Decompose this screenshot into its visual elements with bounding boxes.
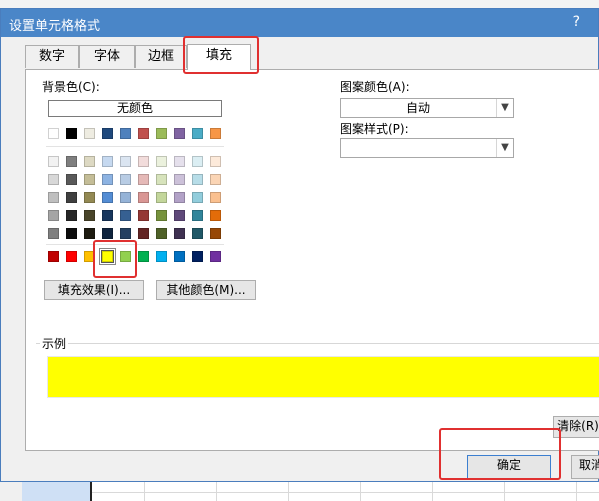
tint-swatch[interactable] <box>174 192 185 203</box>
tint-swatch[interactable] <box>156 192 167 203</box>
pattern-color-select[interactable]: 自动 ▼ <box>340 98 514 118</box>
more-colors-button[interactable]: 其他颜色(M)... <box>156 280 256 300</box>
theme-swatch[interactable] <box>120 128 131 139</box>
standard-swatch[interactable] <box>48 251 59 262</box>
tint-swatch[interactable] <box>192 210 203 221</box>
tint-swatch[interactable] <box>138 228 149 239</box>
tint-swatch[interactable] <box>174 156 185 167</box>
dialog-title: 设置单元格格式 <box>9 19 101 34</box>
tint-swatch[interactable] <box>48 210 59 221</box>
tint-swatch[interactable] <box>156 156 167 167</box>
fill-effects-button[interactable]: 填充效果(I)... <box>44 280 144 300</box>
theme-swatch[interactable] <box>48 128 59 139</box>
theme-swatch[interactable] <box>66 128 77 139</box>
tint-swatch[interactable] <box>192 192 203 203</box>
tint-swatch[interactable] <box>84 192 95 203</box>
tint-swatch[interactable] <box>66 192 77 203</box>
tint-swatch[interactable] <box>156 210 167 221</box>
tint-swatch[interactable] <box>102 192 113 203</box>
sample-preview <box>47 356 599 398</box>
theme-swatch[interactable] <box>192 128 203 139</box>
tint-swatch[interactable] <box>102 156 113 167</box>
dialog-titlebar: 设置单元格格式 ? <box>1 9 598 37</box>
chevron-down-icon: ▼ <box>496 139 513 157</box>
tint-swatch[interactable] <box>48 228 59 239</box>
tab-number[interactable]: 数字 <box>25 45 79 68</box>
tab-fill[interactable]: 填充 <box>187 44 251 70</box>
theme-swatch[interactable] <box>102 128 113 139</box>
tint-swatch[interactable] <box>138 192 149 203</box>
tab-font[interactable]: 字体 <box>79 45 135 68</box>
tint-swatch[interactable] <box>210 156 221 167</box>
tint-swatch[interactable] <box>48 156 59 167</box>
pattern-color-value: 自动 <box>405 101 430 115</box>
tab-border[interactable]: 边框 <box>135 45 187 68</box>
tint-swatch[interactable] <box>192 156 203 167</box>
help-button[interactable]: ? <box>573 14 580 30</box>
tint-swatch[interactable] <box>120 192 131 203</box>
palette-separator <box>46 146 224 147</box>
standard-swatch[interactable] <box>192 251 203 262</box>
background-color-label: 背景色(C): <box>42 80 100 94</box>
tint-swatch[interactable] <box>156 228 167 239</box>
tint-swatch[interactable] <box>84 228 95 239</box>
tint-swatch[interactable] <box>210 210 221 221</box>
pattern-color-label: 图案颜色(A): <box>340 80 410 94</box>
tint-swatch[interactable] <box>156 174 167 185</box>
tint-swatch[interactable] <box>174 228 185 239</box>
tint-swatch[interactable] <box>66 174 77 185</box>
tint-swatch[interactable] <box>66 156 77 167</box>
tint-swatch[interactable] <box>120 174 131 185</box>
theme-swatch[interactable] <box>138 128 149 139</box>
theme-swatch[interactable] <box>174 128 185 139</box>
format-cells-dialog: 设置单元格格式 ? 数字 字体 边框 填充 背景色(C): 无颜色 填充效果(I… <box>0 8 599 482</box>
fill-tab-panel: 背景色(C): 无颜色 填充效果(I)... 其他颜色(M)... 图案颜色(A… <box>25 69 599 451</box>
standard-swatch[interactable] <box>174 251 185 262</box>
highlight-ok-button <box>439 428 561 480</box>
theme-swatch[interactable] <box>84 128 95 139</box>
tint-swatch[interactable] <box>66 228 77 239</box>
tint-swatch[interactable] <box>210 192 221 203</box>
tint-swatch[interactable] <box>192 228 203 239</box>
theme-swatch[interactable] <box>156 128 167 139</box>
tint-swatch[interactable] <box>120 228 131 239</box>
tint-swatch[interactable] <box>66 210 77 221</box>
tint-swatch[interactable] <box>120 210 131 221</box>
tint-swatch[interactable] <box>192 174 203 185</box>
tint-swatch[interactable] <box>174 210 185 221</box>
tint-swatch[interactable] <box>138 156 149 167</box>
tint-swatch[interactable] <box>48 192 59 203</box>
sample-group: 示例 <box>36 335 599 404</box>
no-color-button[interactable]: 无颜色 <box>48 100 222 117</box>
standard-swatch[interactable] <box>138 251 149 262</box>
tint-swatch[interactable] <box>84 210 95 221</box>
standard-swatch[interactable] <box>210 251 221 262</box>
standard-swatch[interactable] <box>66 251 77 262</box>
tint-swatch[interactable] <box>48 174 59 185</box>
tint-swatch[interactable] <box>174 174 185 185</box>
tint-swatch[interactable] <box>102 228 113 239</box>
theme-swatch[interactable] <box>210 128 221 139</box>
tint-swatch[interactable] <box>84 174 95 185</box>
tint-swatch[interactable] <box>210 228 221 239</box>
tint-swatch[interactable] <box>210 174 221 185</box>
tint-swatch[interactable] <box>102 174 113 185</box>
tint-swatch[interactable] <box>138 210 149 221</box>
tint-swatch[interactable] <box>102 210 113 221</box>
highlight-selected-swatch <box>93 240 137 278</box>
tint-swatch[interactable] <box>84 156 95 167</box>
tint-swatch[interactable] <box>120 156 131 167</box>
pattern-style-label: 图案样式(P): <box>340 122 409 136</box>
standard-swatch[interactable] <box>156 251 167 262</box>
sample-label: 示例 <box>40 335 69 352</box>
pattern-style-select[interactable]: ▼ <box>340 138 514 158</box>
chevron-down-icon: ▼ <box>496 99 513 117</box>
tint-swatch[interactable] <box>138 174 149 185</box>
cancel-button[interactable]: 取消 <box>571 455 599 479</box>
